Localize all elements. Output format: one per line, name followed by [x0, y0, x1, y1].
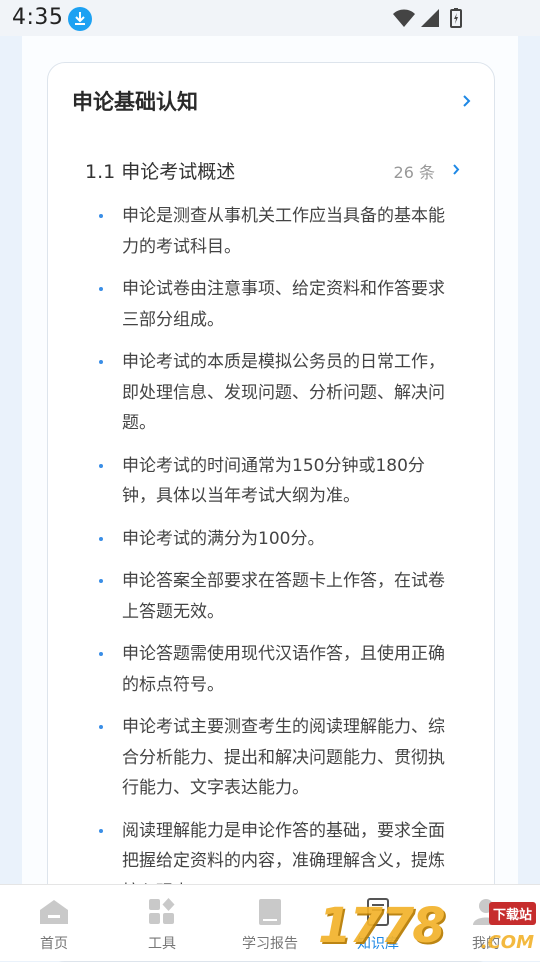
- list-item-text: 申论考试的本质是模拟公务员的日常工作，即处理信息、发现问题、分析问题、解决问题。: [122, 352, 445, 433]
- bullet-dot-icon: [99, 463, 103, 468]
- knowledge-list: 申论是测查从事机关工作应当具备的基本能力的考试科目。 申论试卷由注意事项、给定资…: [99, 201, 449, 919]
- list-item-text: 申论考试的满分为100分。: [122, 528, 325, 549]
- watermark-text: 1778: [318, 898, 446, 954]
- list-item: 申论考试的本质是模拟公务员的日常工作，即处理信息、发现问题、分析问题、解决问题。: [99, 347, 449, 439]
- section-title: 1.1 申论考试概述: [85, 161, 236, 183]
- list-item: 申论是测查从事机关工作应当具备的基本能力的考试科目。: [99, 201, 449, 262]
- bullet-dot-icon: [99, 214, 103, 218]
- watermark-badge: 下载站: [488, 902, 536, 925]
- bullet-dot-icon: [99, 652, 103, 656]
- nav-item-home[interactable]: 首页: [0, 885, 108, 961]
- nav-label: 学习报告: [242, 936, 298, 952]
- card-title[interactable]: 申论基础认知: [72, 86, 198, 116]
- section-count: 26 条: [393, 163, 435, 182]
- bullet-dot-icon: [99, 360, 103, 364]
- report-icon: [259, 899, 281, 925]
- bullet-dot-icon: [99, 725, 103, 729]
- list-item: 申论考试的满分为100分。: [99, 524, 449, 555]
- watermark-domain: .COM: [480, 932, 534, 953]
- download-icon: [68, 7, 92, 31]
- battery-icon: [450, 8, 462, 28]
- wifi-icon: [393, 9, 415, 27]
- list-item-text: 申论考试的时间通常为150分钟或180分钟，具体以当年考试大纲为准。: [122, 455, 425, 507]
- knowledge-card: 申论基础认知 1.1 申论考试概述 26 条 申论是测查从事机关工作应当具备的基…: [47, 62, 495, 962]
- nav-label: 首页: [40, 936, 68, 952]
- status-time: 4:35: [12, 5, 64, 30]
- tools-icon: [149, 898, 175, 924]
- bullet-dot-icon: [99, 536, 103, 541]
- list-item-text: 申论考试主要测查考生的阅读理解能力、综合分析能力、提出和解决问题能力、贯彻执行能…: [122, 717, 445, 798]
- bullet-dot-icon: [99, 828, 103, 833]
- list-item-text: 申论答题需使用现代汉语作答，且使用正确的标点符号。: [122, 644, 445, 695]
- list-item: 申论试卷由注意事项、给定资料和作答要求三部分组成。: [99, 274, 449, 335]
- list-item-text: 申论试卷由注意事项、给定资料和作答要求三部分组成。: [122, 279, 445, 330]
- watermark-logo: 1778 下载站 .COM: [316, 890, 540, 960]
- list-item: 申论答题需使用现代汉语作答，且使用正确的标点符号。: [99, 639, 449, 700]
- nav-item-report[interactable]: 学习报告: [216, 885, 324, 961]
- bullet-dot-icon: [99, 287, 103, 291]
- home-icon: [40, 900, 68, 924]
- list-item: 申论考试的时间通常为150分钟或180分钟，具体以当年考试大纲为准。: [99, 451, 449, 512]
- nav-label: 工具: [148, 936, 176, 952]
- section-header[interactable]: 1.1 申论考试概述 26 条: [85, 157, 465, 187]
- list-item: 申论考试主要测查考生的阅读理解能力、综合分析能力、提出和解决问题能力、贯彻执行能…: [99, 712, 449, 804]
- signal-icon: [421, 9, 439, 27]
- list-item-text: 申论是测查从事机关工作应当具备的基本能力的考试科目。: [122, 206, 445, 257]
- list-item: 申论答案全部要求在答题卡上作答，在试卷上答题无效。: [99, 566, 449, 627]
- status-bar: 4:35: [0, 0, 540, 36]
- chevron-right-icon: [453, 164, 460, 175]
- chevron-right-icon[interactable]: [462, 94, 472, 108]
- list-item-text: 申论答案全部要求在答题卡上作答，在试卷上答题无效。: [122, 571, 445, 622]
- bullet-dot-icon: [99, 579, 103, 583]
- nav-item-tools[interactable]: 工具: [108, 885, 216, 961]
